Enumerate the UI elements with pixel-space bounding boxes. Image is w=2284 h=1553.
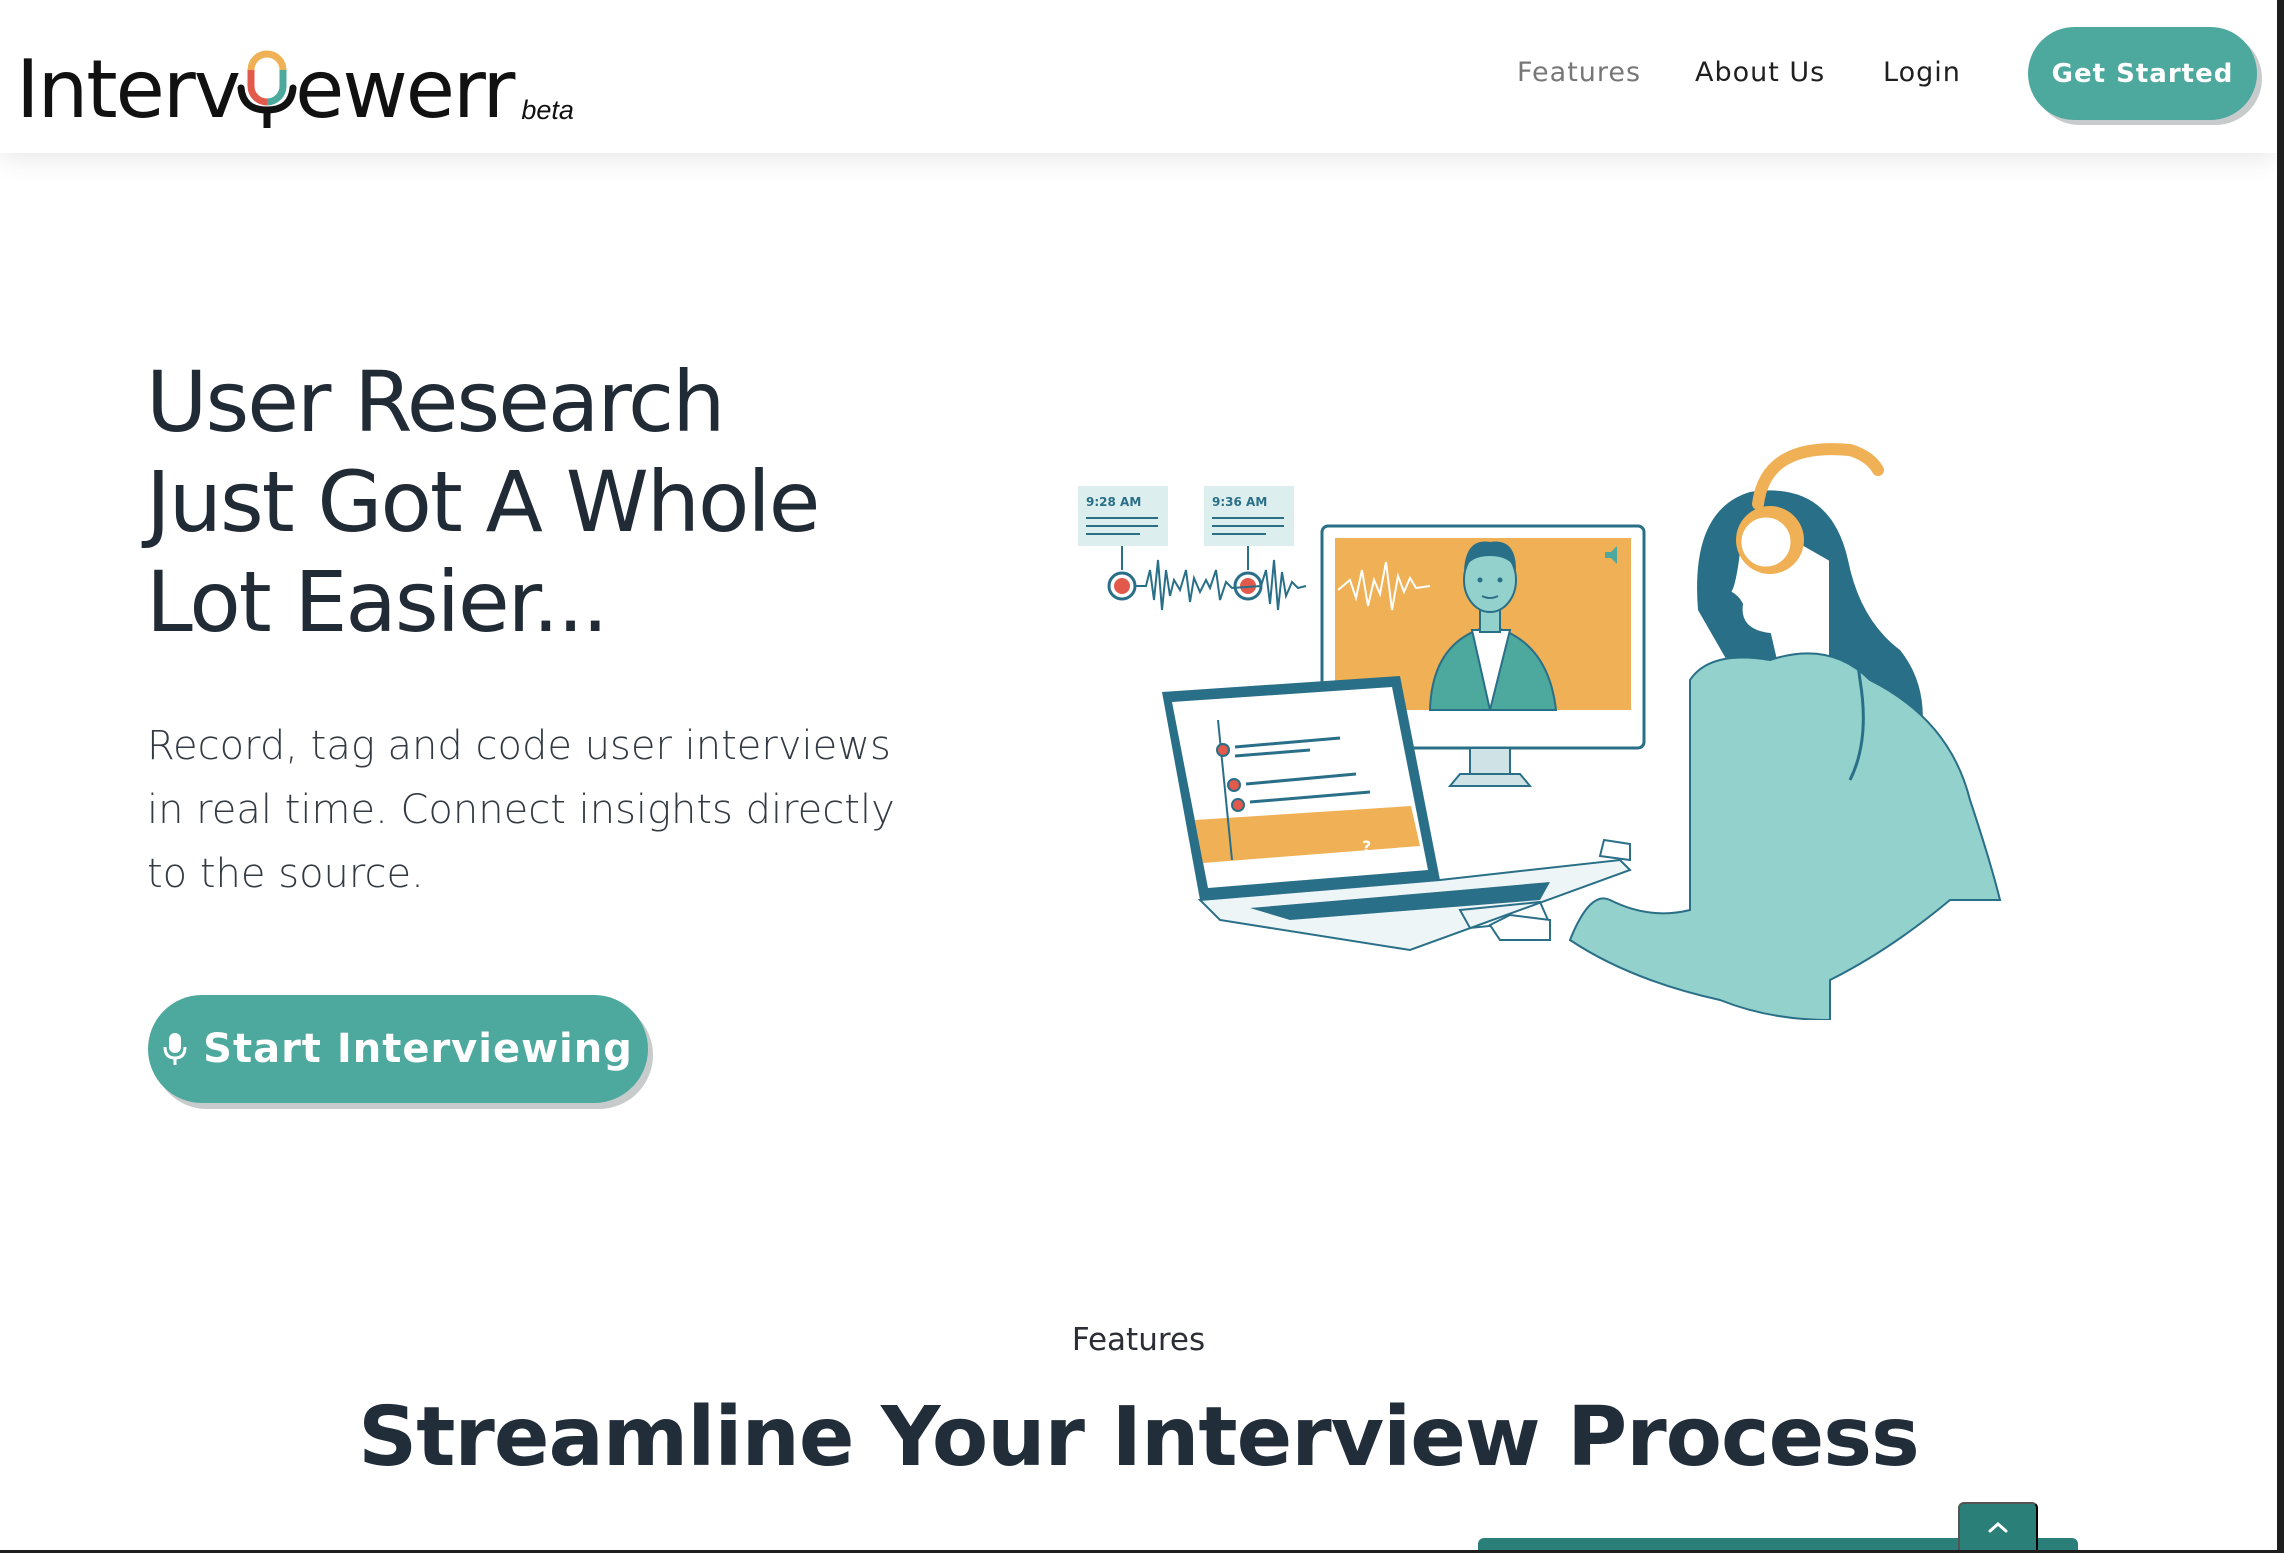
chevron-up-icon	[1988, 1522, 2008, 1533]
features-section-label: Features	[1071, 1322, 1206, 1358]
nav-about-link[interactable]: About Us	[1695, 0, 1825, 145]
window-right-edge	[2277, 0, 2284, 1553]
svg-text:?: ?	[1362, 837, 1371, 856]
start-interviewing-label: Start Interviewing	[203, 1026, 633, 1072]
start-interviewing-button[interactable]: Start Interviewing	[148, 995, 648, 1103]
logo-microphone-icon	[237, 50, 297, 128]
timestamp-card-1: 9:28 AM	[1078, 486, 1168, 601]
hero-title: User Research Just Got A Whole Lot Easie…	[146, 352, 966, 652]
beta-badge: beta	[521, 95, 574, 125]
hero-subtitle: Record, tag and code user interviews in …	[147, 723, 895, 897]
audio-waveform	[1136, 559, 1307, 611]
timestamp-2-text: 9:36 AM	[1212, 495, 1267, 509]
hero-title-line-2: Just Got A Whole	[146, 453, 820, 551]
features-section-title: Streamline Your Interview Process	[358, 1390, 1920, 1485]
hero-title-line-1: User Research	[146, 353, 725, 451]
hero-illustration: 9:28 AM 9:36 AM ?	[1078, 443, 2002, 1020]
site-header: Interv ewerr beta Features About Us Logi…	[0, 0, 2277, 153]
nav-login-link[interactable]: Login	[1883, 0, 1961, 145]
get-started-button[interactable]: Get Started	[2028, 27, 2257, 120]
logo-wordmark: Interv ewerr	[16, 43, 515, 136]
logo-text-prefix: Interv	[16, 43, 241, 136]
microphone-icon	[163, 1033, 187, 1065]
scroll-to-top-button[interactable]	[1958, 1502, 2038, 1552]
hero-title-line-3: Lot Easier...	[146, 553, 609, 651]
nav-features-link[interactable]: Features	[1517, 0, 1641, 145]
logo-text-suffix: ewerr	[295, 43, 515, 136]
timestamp-1-text: 9:28 AM	[1086, 495, 1141, 509]
logo[interactable]: Interv ewerr beta	[16, 30, 574, 130]
